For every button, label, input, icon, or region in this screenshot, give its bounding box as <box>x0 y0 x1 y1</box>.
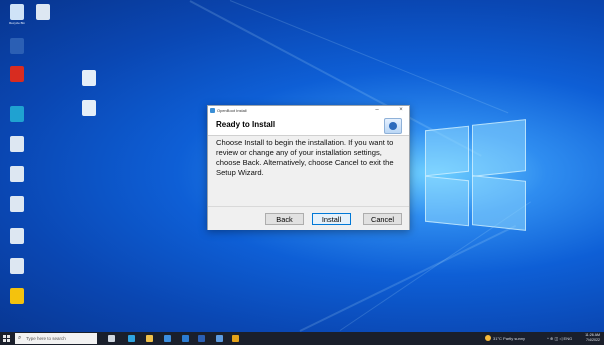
clock-date: 7/4/2022 <box>586 338 600 342</box>
search-icon: ⌕ <box>18 335 22 341</box>
desktop-shortcut-label <box>4 213 30 217</box>
desktop-shortcut[interactable] <box>4 166 30 187</box>
desktop-shortcut[interactable] <box>76 70 102 91</box>
desktop-shortcut-label <box>4 123 30 127</box>
desktop-shortcut-label <box>4 153 30 157</box>
desktop-shortcut-label: Recycle Bin <box>9 21 25 25</box>
desktop-shortcut[interactable] <box>76 100 102 121</box>
chrome-icon[interactable] <box>232 335 239 342</box>
dialog-footer: Back Install Cancel <box>208 206 409 230</box>
desktop-shortcut-label <box>4 83 30 87</box>
file-icon <box>36 4 50 20</box>
install-button[interactable]: Install <box>312 213 351 225</box>
close-button[interactable]: × <box>395 106 407 115</box>
back-button[interactable]: Back <box>265 213 304 225</box>
pdf-icon <box>10 66 24 82</box>
file-explorer-icon[interactable] <box>146 335 153 342</box>
file-icon <box>10 196 24 212</box>
task-view-icon[interactable] <box>108 335 115 342</box>
desktop-shortcut-label <box>4 245 30 249</box>
window-title: OpenBoot Install <box>217 108 247 113</box>
desktop-shortcut-label <box>4 183 30 187</box>
mail-icon[interactable] <box>182 335 189 342</box>
desktop-shortcut[interactable] <box>4 196 30 217</box>
desktop-shortcut[interactable] <box>4 136 30 157</box>
recycle-bin-icon <box>10 4 24 20</box>
file-icon <box>82 100 96 116</box>
taskbar: ⌕ Type here to search 31°C Partly sunny … <box>0 332 604 345</box>
desktop-shortcut[interactable] <box>4 38 30 59</box>
desktop-shortcut-label <box>30 21 56 25</box>
start-button[interactable] <box>3 335 10 342</box>
weather-widget[interactable]: 31°C Partly sunny <box>485 334 545 343</box>
desktop-shortcut-label <box>4 305 30 309</box>
file-icon <box>10 228 24 244</box>
desktop-shortcut[interactable] <box>4 288 30 309</box>
light-beam <box>299 224 517 332</box>
minimize-button[interactable]: – <box>371 106 383 115</box>
dialog-heading: Ready to Install <box>216 120 276 129</box>
taskbar-clock[interactable]: 11:26 AM 7/4/2022 <box>568 333 600 343</box>
desktop-shortcut-label <box>76 87 102 91</box>
setup-dialog: OpenBoot Install – × Ready to Install Ch… <box>207 105 410 230</box>
search-placeholder: Type here to search <box>26 336 66 341</box>
sun-icon <box>485 335 491 341</box>
chrome-icon <box>10 288 24 304</box>
desktop-shortcut[interactable] <box>4 106 30 127</box>
desktop-shortcut[interactable] <box>4 228 30 249</box>
taskbar-search-input[interactable]: ⌕ Type here to search <box>15 333 97 344</box>
desktop-shortcut-label <box>4 275 30 279</box>
desktop-background: Recycle Bin OpenBoot Install – × Ready t… <box>0 0 604 332</box>
desktop-shortcut[interactable] <box>4 258 30 279</box>
desktop-shortcut[interactable]: Recycle Bin <box>4 4 30 25</box>
desktop-shortcut-label <box>4 55 30 59</box>
app-icon[interactable] <box>216 335 223 342</box>
desktop-shortcut-label <box>76 117 102 121</box>
installer-logo-icon <box>384 118 402 134</box>
store-icon[interactable] <box>164 335 171 342</box>
file-icon <box>82 70 96 86</box>
word-icon[interactable] <box>198 335 205 342</box>
dialog-titlebar: OpenBoot Install – × <box>208 106 409 115</box>
dialog-message: Choose Install to begin the installation… <box>216 138 394 177</box>
file-icon <box>10 166 24 182</box>
word-doc-icon <box>10 38 24 54</box>
installer-icon <box>210 108 215 113</box>
file-icon <box>10 136 24 152</box>
desktop-shortcut[interactable] <box>4 66 30 87</box>
edge-icon[interactable] <box>128 335 135 342</box>
weather-text: 31°C Partly sunny <box>493 336 526 341</box>
file-icon <box>10 258 24 274</box>
desktop-shortcut[interactable] <box>30 4 56 25</box>
edge-icon <box>10 106 24 122</box>
dialog-header: Ready to Install <box>208 115 409 136</box>
cancel-button[interactable]: Cancel <box>363 213 402 225</box>
